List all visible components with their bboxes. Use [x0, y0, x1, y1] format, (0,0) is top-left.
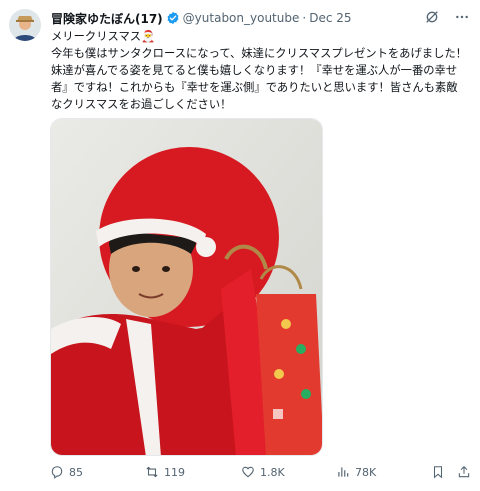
views-count: 78K	[355, 465, 377, 479]
bookmark-icon	[433, 466, 443, 479]
like-count: 1.8K	[260, 465, 285, 479]
avatar[interactable]	[9, 9, 41, 41]
share-icon	[458, 466, 470, 478]
display-name[interactable]: 冒険家ゆたぼん(17)	[51, 10, 163, 27]
reply-count: 85	[69, 465, 83, 479]
verified-badge-icon	[167, 11, 179, 25]
tweet-body: 今年も僕はサンタクロースになって、妹達にクリスマスプレゼントをあげました！妹達が…	[51, 47, 467, 111]
views-button[interactable]: 78K	[336, 465, 376, 479]
tweet-line-1: メリークリスマス🎅	[51, 30, 156, 43]
reply-icon	[51, 466, 63, 479]
tweet-date[interactable]: Dec 25	[309, 11, 351, 25]
grok-icon[interactable]	[424, 9, 440, 25]
heart-icon	[242, 466, 254, 478]
share-button[interactable]	[457, 465, 471, 479]
tweet-actions: 85 119 1.8K 78K	[50, 462, 470, 482]
tweet-header: 冒険家ゆたぼん(17) @yutabon_youtube · Dec 25	[51, 9, 470, 27]
like-button[interactable]: 1.8K	[241, 465, 285, 479]
handle[interactable]: @yutabon_youtube	[183, 11, 300, 25]
santa-photo-image	[51, 119, 322, 455]
header-icons	[424, 9, 470, 25]
tweet-text: メリークリスマス🎅 今年も僕はサンタクロースになって、妹達にクリスマスプレゼント…	[51, 28, 467, 113]
retweet-count: 119	[164, 465, 185, 479]
reply-button[interactable]: 85	[50, 465, 83, 479]
tweet-photo[interactable]	[50, 118, 323, 456]
retweet-icon	[146, 466, 158, 478]
separator-dot: ·	[302, 11, 307, 25]
more-icon[interactable]	[454, 9, 470, 25]
views-icon	[338, 467, 349, 477]
bookmark-button[interactable]	[431, 465, 445, 479]
retweet-button[interactable]: 119	[145, 465, 185, 479]
